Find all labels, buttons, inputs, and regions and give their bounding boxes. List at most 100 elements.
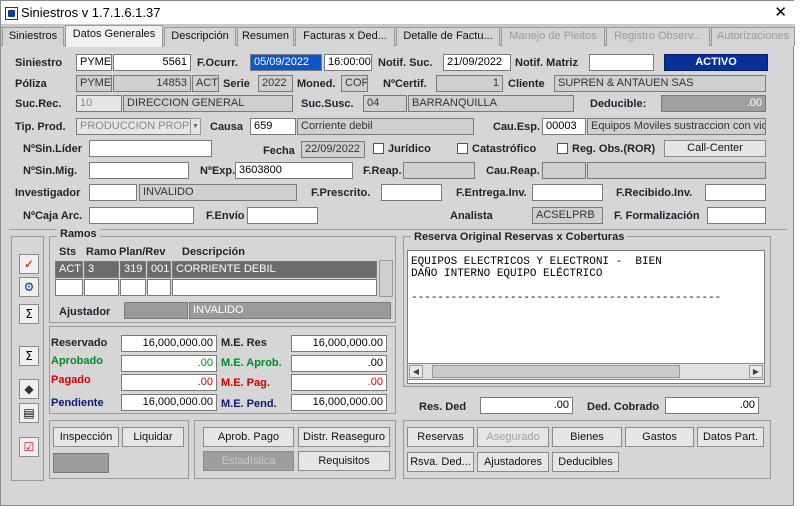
f-ocurr-date-field[interactable]: 05/09/2022 <box>250 54 322 71</box>
ramos-empty-sts[interactable] <box>55 279 83 296</box>
tab-facturas-x-ded[interactable]: Facturas x Ded... <box>295 27 395 46</box>
reserva-original-hscroll[interactable]: ◀ ▶ <box>407 363 765 380</box>
aprob-pago-button[interactable]: Aprob. Pago <box>203 427 294 447</box>
ramos-empty-desc[interactable] <box>172 279 377 296</box>
siniestro-ramo-field[interactable]: PYME <box>76 54 112 71</box>
res-ded-field[interactable]: .00 <box>480 397 573 414</box>
moned-field: COP <box>341 75 368 92</box>
ramos-row-ramo[interactable]: 3 <box>84 261 119 278</box>
ramos-row-rev[interactable]: 001 <box>147 261 171 278</box>
regobs-checkbox[interactable] <box>557 143 568 154</box>
cliente-field: SUPREN & ANTAUEN SAS <box>554 75 766 92</box>
tipprod-select[interactable]: PRODUCCION PROPIA <box>76 118 191 135</box>
ramos-row-plan[interactable]: 319 <box>120 261 146 278</box>
f-ocurr-label: F.Ocurr. <box>197 57 238 69</box>
ncertif-field: 1 <box>436 75 503 92</box>
gastos-button[interactable]: Gastos <box>625 427 694 447</box>
distr-reaseguro-button[interactable]: Distr. Reaseguro <box>298 427 390 447</box>
ajustador-name-field: INVALIDO <box>189 302 391 319</box>
notif-suc-field[interactable]: 21/09/2022 <box>443 54 511 71</box>
siniestro-num-field[interactable]: 5561 <box>113 54 191 71</box>
scroll-right-icon[interactable]: ▶ <box>749 365 763 378</box>
ded-cobrado-field[interactable]: .00 <box>665 397 759 414</box>
fenvio-label: F.Envío <box>206 210 245 222</box>
nsinmig-field[interactable] <box>89 162 189 179</box>
cauesp-name-field: Equipos Moviles sustraccion con vio <box>587 118 766 135</box>
notif-matriz-field[interactable] <box>589 54 654 71</box>
sucrec-code-field: 10 <box>76 95 122 112</box>
reservado-field[interactable]: 16,000,000.00 <box>121 335 217 352</box>
investigador-code-field[interactable] <box>89 184 137 201</box>
ramos-row-sts[interactable]: ACT <box>55 261 83 278</box>
app-icon <box>5 7 18 20</box>
check-icon[interactable]: ✓ <box>19 254 39 274</box>
fentrega-label: F.Entrega.Inv. <box>456 187 527 199</box>
ncaja-field[interactable] <box>89 207 194 224</box>
fprescrito-field[interactable] <box>381 184 442 201</box>
rsva-ded-button[interactable]: Rsva. Ded... <box>407 452 474 472</box>
requisitos-button[interactable]: Requisitos <box>298 451 390 471</box>
tab-detalle-factu[interactable]: Detalle de Factu... <box>396 27 500 46</box>
sum-icon[interactable]: Σ <box>19 304 39 324</box>
tab-manejo-pleitos[interactable]: Manejo de Pleitos <box>501 27 605 46</box>
reserva-original-title: Reserva Original Reservas x Coberturas <box>411 231 628 243</box>
sum-detail-icon[interactable]: Σ <box>19 346 39 366</box>
chevron-down-icon[interactable]: ▼ <box>190 118 201 135</box>
checklist-icon[interactable]: ☑ <box>19 437 39 457</box>
pendiente-field[interactable]: 16,000,000.00 <box>121 394 217 411</box>
eraser-icon[interactable]: ◆ <box>19 379 39 399</box>
ramos-empty-rev[interactable] <box>147 279 171 296</box>
me-pend-field[interactable]: 16,000,000.00 <box>291 394 387 411</box>
cauesp-code-field[interactable]: 00003 <box>542 118 586 135</box>
clipboard-icon[interactable]: ▤ <box>19 403 39 423</box>
sucsusc-name-field: BARRANQUILLA <box>408 95 574 112</box>
tab-resumen[interactable]: Resumen <box>237 27 294 46</box>
me-aprob-field[interactable]: .00 <box>291 355 387 372</box>
call-center-button[interactable]: Call-Center <box>664 140 766 157</box>
tab-descripcion[interactable]: Descripción <box>164 27 236 46</box>
causa-code-field[interactable]: 659 <box>250 118 296 135</box>
serie-field: 2022 <box>258 75 293 92</box>
ramos-row-desc[interactable]: CORRIENTE DEBIL <box>172 261 377 278</box>
scroll-left-icon[interactable]: ◀ <box>409 365 423 378</box>
nsinlider-field[interactable] <box>89 140 212 157</box>
pagado-field[interactable]: .00 <box>121 374 217 391</box>
ajustadores-button[interactable]: Ajustadores <box>477 452 549 472</box>
frecibido-field[interactable] <box>705 184 766 201</box>
juridico-checkbox[interactable] <box>373 143 384 154</box>
catastrofico-label: Catastrófico <box>472 143 537 155</box>
bienes-button[interactable]: Bienes <box>552 427 622 447</box>
tab-autorizaciones[interactable]: Autorizaciones <box>711 27 795 46</box>
aprobado-field[interactable]: .00 <box>121 355 217 372</box>
me-pag-field[interactable]: .00 <box>291 374 387 391</box>
ncaja-label: NºCaja Arc. <box>23 210 83 222</box>
f-ocurr-time-field[interactable]: 16:00:00 <box>324 54 372 71</box>
gear-icon[interactable]: ⚙ <box>19 277 39 297</box>
me-res-field[interactable]: 16,000,000.00 <box>291 335 387 352</box>
reservas-button[interactable]: Reservas <box>407 427 474 447</box>
tab-datos-generales[interactable]: Datos Generales <box>65 25 163 47</box>
close-icon[interactable]: ✕ <box>774 3 787 21</box>
datos-part-button[interactable]: Datos Part. <box>697 427 764 447</box>
scroll-thumb[interactable] <box>432 365 680 378</box>
tab-siniestros[interactable]: Siniestros <box>2 27 64 46</box>
tab-registro-observ[interactable]: Registro Observ... <box>606 27 710 46</box>
caureap-label: Cau.Reap. <box>486 165 540 177</box>
nexp-field[interactable]: 3603800 <box>235 162 353 179</box>
nexp-label: NºExp. <box>200 165 236 177</box>
inspeccion-button[interactable]: Inspección <box>53 427 119 447</box>
catastrofico-checkbox[interactable] <box>457 143 468 154</box>
fentrega-field[interactable] <box>532 184 603 201</box>
fformalizacion-field[interactable] <box>707 207 766 224</box>
asegurado-button[interactable]: Asegurado <box>477 427 549 447</box>
sucrec-label: Suc.Rec. <box>15 98 62 110</box>
fenvio-field[interactable] <box>247 207 318 224</box>
causa-name-field: Corriente debil <box>297 118 474 135</box>
ramos-empty-plan[interactable] <box>120 279 146 296</box>
deducibles-button[interactable]: Deducibles <box>552 452 619 472</box>
ramos-scrollbar[interactable] <box>379 260 393 297</box>
ncertif-label: NºCertif. <box>383 78 427 90</box>
liquidar-button[interactable]: Liquidar <box>122 427 184 447</box>
ramos-empty-ramo[interactable] <box>84 279 119 296</box>
estadistica-button[interactable]: Estadística <box>203 451 294 471</box>
